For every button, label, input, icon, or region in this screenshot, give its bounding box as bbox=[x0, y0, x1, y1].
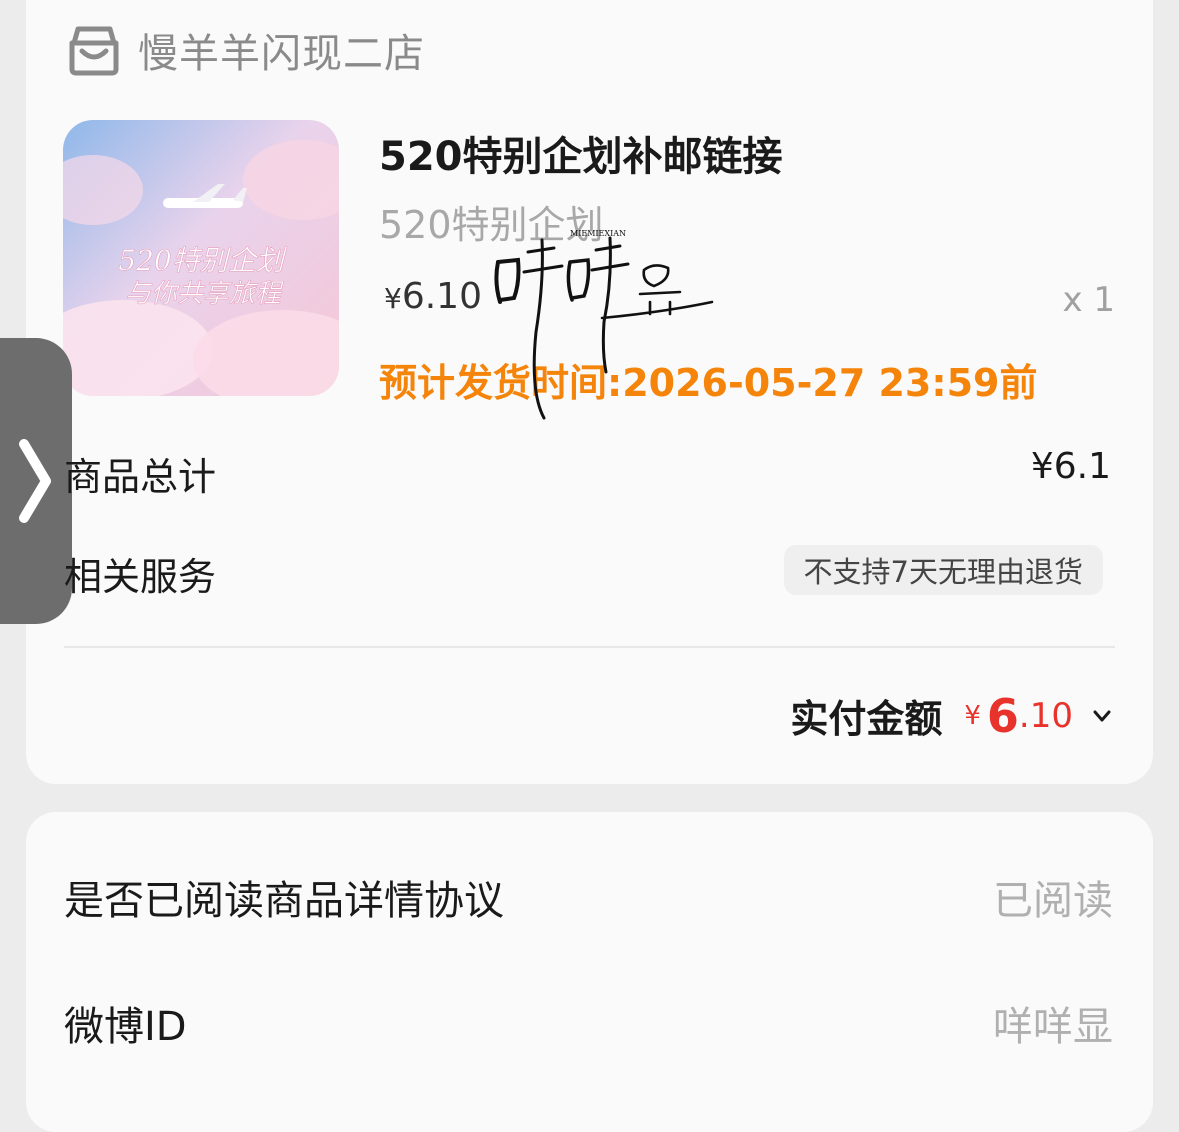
paid-currency: ¥ bbox=[964, 700, 981, 731]
shop-header[interactable]: 慢羊羊闪现二店 bbox=[66, 22, 425, 78]
product-spec: 520特别企划 bbox=[379, 203, 604, 247]
service-badge[interactable]: 不支持7天无理由退货 bbox=[783, 545, 1103, 595]
product-title[interactable]: 520特别企划补邮链接 bbox=[379, 124, 783, 182]
paid-amount-row[interactable]: 实付金额 ¥ 6 .10 bbox=[790, 688, 1113, 743]
product-price: ¥6.10 bbox=[384, 276, 482, 317]
read-agreement-value: 已阅读 bbox=[993, 878, 1113, 924]
divider bbox=[64, 646, 1115, 648]
paid-amount-integer: 6 bbox=[986, 688, 1019, 743]
goods-total-value: ¥6.1 bbox=[1030, 446, 1111, 487]
product-quantity: x 1 bbox=[1062, 280, 1115, 320]
shipping-estimate: 预计发货时间:2026-05-27 23:59前 bbox=[379, 361, 1038, 405]
product-image-text-2: 与你共享旅程 bbox=[125, 279, 284, 309]
paid-amount-decimal: .10 bbox=[1018, 695, 1073, 736]
store-icon bbox=[69, 26, 119, 76]
read-agreement-label: 是否已阅读商品详情协议 bbox=[64, 878, 504, 924]
product-image[interactable]: 520特别企划 与你共享旅程 bbox=[63, 120, 339, 396]
product-image-text-1: 520特别企划 bbox=[118, 244, 287, 277]
price-currency: ¥ bbox=[384, 282, 402, 315]
price-value: 6.10 bbox=[401, 276, 482, 317]
weibo-id-label: 微博ID bbox=[64, 1004, 187, 1050]
weibo-id-value: 咩咩显 bbox=[993, 1004, 1113, 1050]
shop-name: 慢羊羊闪现二店 bbox=[138, 31, 425, 77]
side-drawer-handle[interactable] bbox=[0, 338, 72, 624]
info-card bbox=[26, 812, 1153, 1132]
paid-amount-label: 实付金额 bbox=[790, 697, 943, 741]
goods-total-label: 商品总计 bbox=[64, 455, 217, 499]
service-label: 相关服务 bbox=[64, 555, 217, 599]
chevron-down-icon[interactable] bbox=[1091, 705, 1113, 727]
chevron-right-icon bbox=[19, 439, 51, 523]
